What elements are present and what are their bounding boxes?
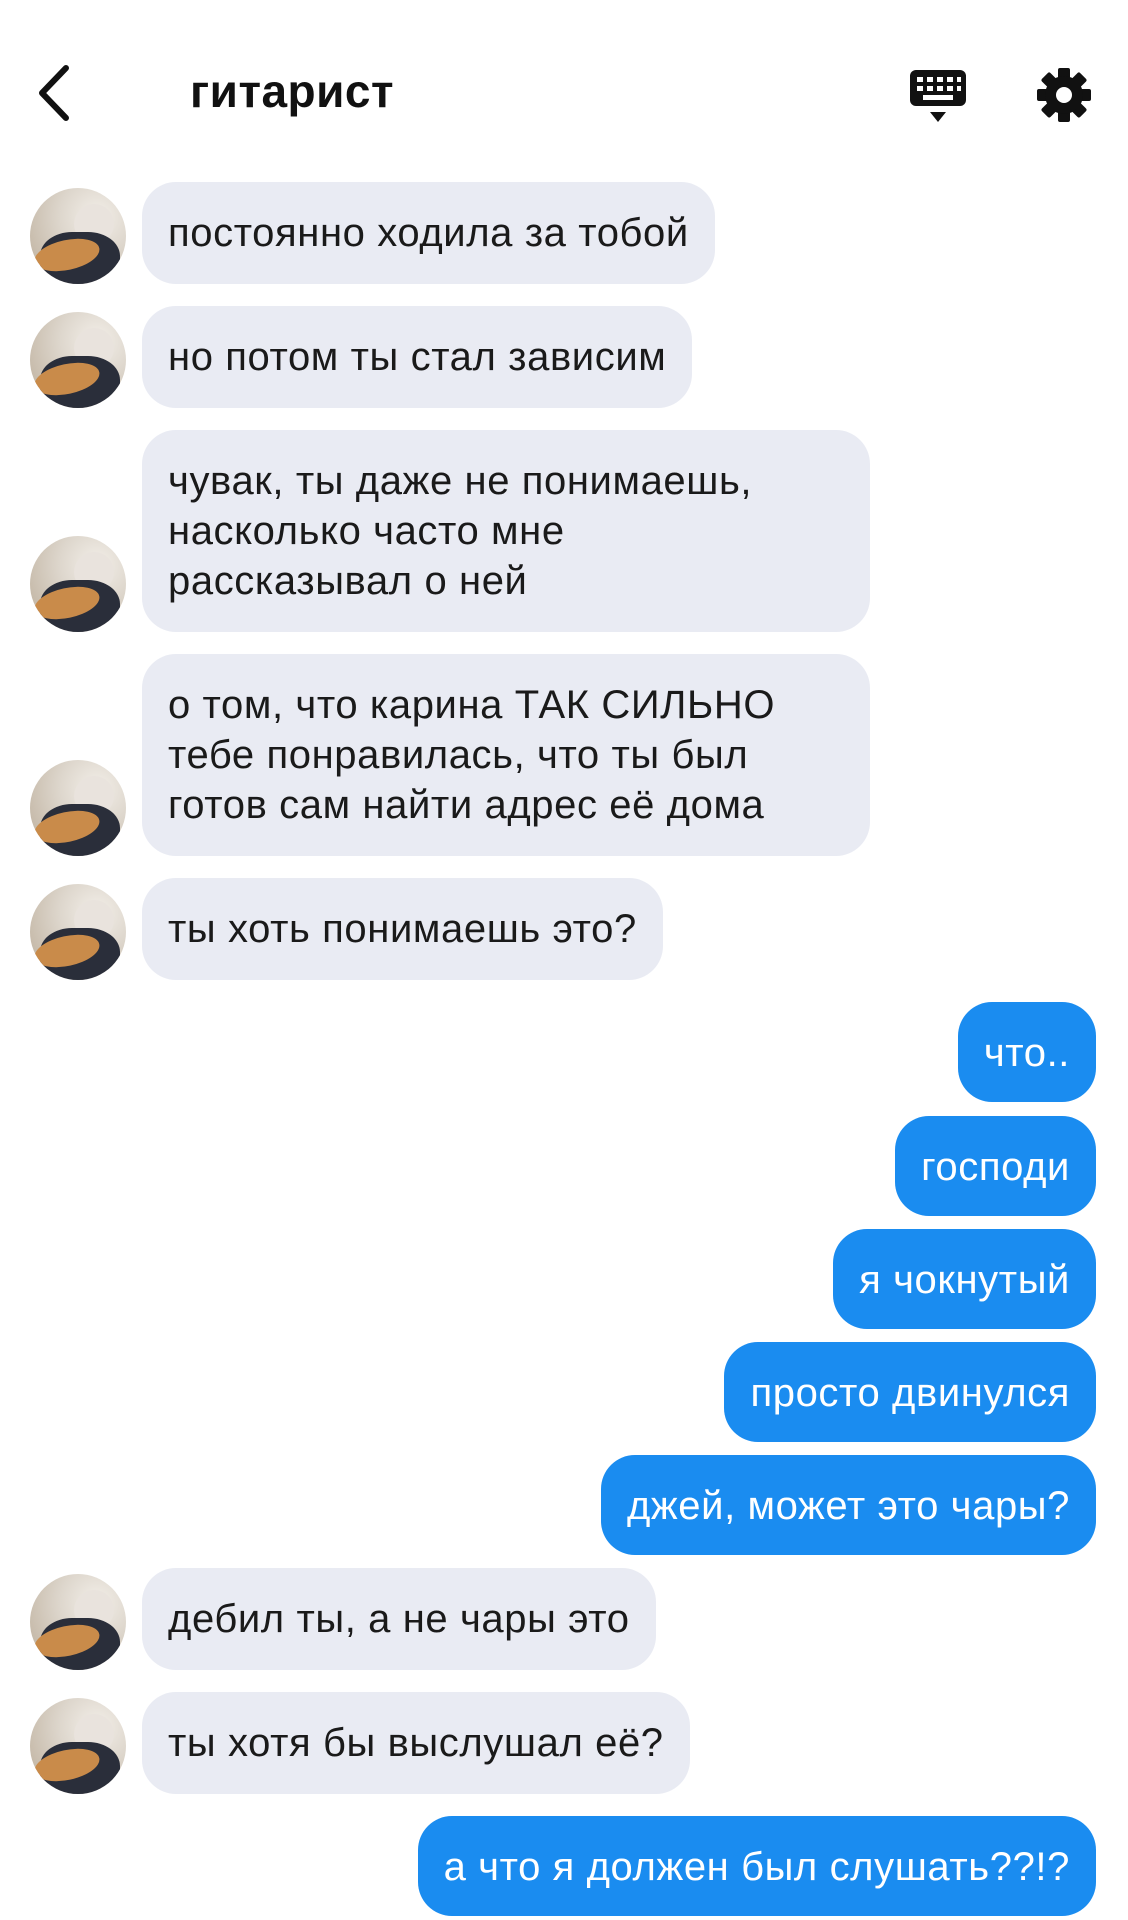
back-button[interactable]	[30, 58, 90, 128]
incoming-message[interactable]: чувак, ты даже не понимаешь, насколько ч…	[142, 430, 870, 632]
keyboard-icon	[910, 70, 966, 122]
message-line: тебе понравилась, что ты был	[168, 733, 749, 777]
message-text: дебил ты, а не чары это	[168, 1597, 630, 1641]
message-line: рассказывал о ней	[168, 559, 528, 603]
keyboard-button[interactable]	[908, 66, 968, 126]
message-text: ты хоть понимаешь это?	[168, 907, 637, 951]
message-text: но потом ты стал зависим	[168, 335, 667, 379]
outgoing-message[interactable]: господи	[895, 1116, 1096, 1216]
message-text: а что я должен был слушать??!?	[443, 1845, 1070, 1889]
outgoing-message[interactable]: просто двинулся	[724, 1342, 1096, 1442]
outgoing-message[interactable]: а что я должен был слушать??!?	[417, 1816, 1096, 1916]
message-line: о том, что карина ТАК СИЛЬНО	[168, 683, 776, 727]
message-line: готов сам найти адрес её дома	[168, 783, 765, 827]
settings-button[interactable]	[1035, 66, 1093, 124]
chat-header: гитарист	[0, 0, 1128, 190]
message-line: чувак, ты даже не понимаешь,	[168, 459, 753, 503]
outgoing-message[interactable]: джей, может это чары?	[600, 1455, 1096, 1555]
incoming-message[interactable]: ты хоть понимаешь это?	[142, 878, 663, 980]
avatar[interactable]	[30, 536, 126, 632]
gear-icon	[1037, 68, 1091, 122]
message-text: что..	[983, 1031, 1070, 1075]
message-text: ты хотя бы выслушал её?	[168, 1721, 664, 1765]
avatar[interactable]	[30, 760, 126, 856]
incoming-message[interactable]: о том, что карина ТАК СИЛЬНО тебе понрав…	[142, 654, 870, 856]
message-text: джей, может это чары?	[626, 1484, 1070, 1528]
incoming-message[interactable]: постоянно ходила за тобой	[142, 182, 715, 284]
avatar[interactable]	[30, 1574, 126, 1670]
message-text: господи	[921, 1145, 1070, 1189]
avatar[interactable]	[30, 884, 126, 980]
outgoing-message[interactable]: я чокнутый	[833, 1229, 1096, 1329]
avatar[interactable]	[30, 188, 126, 284]
avatar[interactable]	[30, 312, 126, 408]
message-text: я чокнутый	[859, 1258, 1070, 1302]
incoming-message[interactable]: дебил ты, а не чары это	[142, 1568, 656, 1670]
avatar[interactable]	[30, 1698, 126, 1794]
incoming-message[interactable]: ты хотя бы выслушал её?	[142, 1692, 690, 1794]
outgoing-message[interactable]: что..	[957, 1002, 1096, 1102]
message-line: насколько часто мне	[168, 509, 565, 553]
chevron-left-icon	[39, 65, 69, 121]
message-text: постоянно ходила за тобой	[168, 211, 689, 255]
message-text: просто двинулся	[750, 1371, 1070, 1415]
incoming-message[interactable]: но потом ты стал зависим	[142, 306, 693, 408]
chat-title: гитарист	[190, 65, 395, 117]
